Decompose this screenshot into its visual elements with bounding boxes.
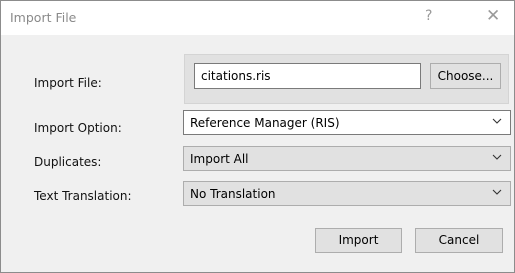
cancel-button[interactable]: Cancel (415, 228, 503, 253)
close-icon[interactable]: ✕ (486, 6, 500, 26)
chevron-down-icon (492, 189, 502, 195)
window-title: Import File (10, 10, 77, 25)
chevron-down-icon (492, 118, 502, 124)
import-button[interactable]: Import (315, 228, 402, 253)
import-file-label: Import File: (34, 76, 102, 90)
duplicates-label: Duplicates: (34, 155, 102, 169)
chevron-down-icon (492, 154, 502, 160)
import-file-field[interactable]: citations.ris (194, 63, 421, 89)
import-option-label: Import Option: (34, 121, 122, 135)
import-file-dialog: Import File ? ✕ Import File: citations.r… (0, 0, 515, 273)
duplicates-select[interactable]: Import All (183, 146, 511, 171)
title-bar: Import File ? ✕ (1, 1, 514, 35)
import-option-select[interactable]: Reference Manager (RIS) (183, 110, 511, 135)
help-button[interactable]: ? (425, 8, 432, 24)
text-translation-label: Text Translation: (34, 189, 132, 203)
import-option-value: Reference Manager (RIS) (190, 116, 340, 130)
text-translation-select[interactable]: No Translation (183, 181, 511, 206)
text-translation-value: No Translation (190, 187, 276, 201)
choose-button[interactable]: Choose... (430, 63, 501, 89)
duplicates-value: Import All (190, 152, 249, 166)
